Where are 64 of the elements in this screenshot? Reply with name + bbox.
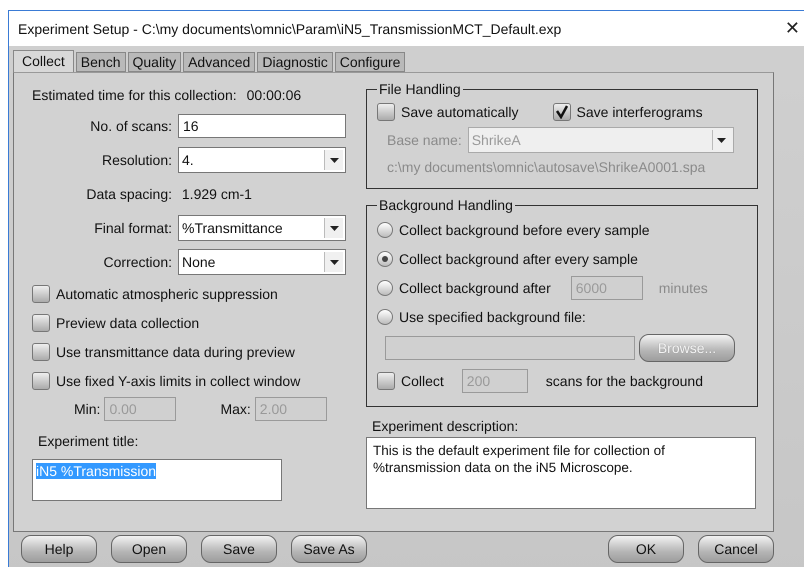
field-label: Correction: <box>102 254 172 270</box>
field-label: Resolution: <box>100 152 172 168</box>
radio-button[interactable] <box>377 280 393 296</box>
tab[interactable]: Advanced <box>183 52 256 72</box>
close-button[interactable]: ✕ <box>780 18 804 39</box>
checkbox-label: Use fixed Y-axis limits in collect window <box>56 372 300 388</box>
dialog-button[interactable]: Help <box>21 535 97 563</box>
checkbox[interactable] <box>32 372 50 390</box>
checkbox-label: Save automatically <box>401 104 519 120</box>
field-label: Data spacing: <box>85 186 172 202</box>
scans-label: scans for the background <box>546 373 704 389</box>
checkbox-label: Automatic atmospheric suppression <box>56 286 278 302</box>
dialog-button[interactable]: OK <box>608 535 684 563</box>
caret-icon <box>324 252 343 272</box>
max-label: Max: <box>220 401 251 417</box>
radio-label: Collect background after <box>399 280 551 296</box>
background-file-field[interactable] <box>385 336 635 360</box>
caret-icon <box>324 218 343 238</box>
checkbox[interactable] <box>377 103 395 121</box>
base-name-label: Base name: <box>387 132 462 148</box>
description-label: Experiment description: <box>372 418 518 434</box>
radio-label: Use specified background file: <box>399 308 586 324</box>
field-label: No. of scans: <box>89 118 172 134</box>
description-field[interactable]: This is the default experiment file for collection of %transmission data on the iN5 Microscope. <box>366 437 756 509</box>
checkbox[interactable] <box>32 284 50 302</box>
dialog-button[interactable]: Open <box>111 535 187 563</box>
radio-button[interactable] <box>377 250 393 266</box>
field-value: 1.929 cm-1 <box>180 186 252 202</box>
file-path: c:\my documents\omnic\autosave\ShrikeA0001.spa <box>387 159 706 175</box>
caret-icon <box>324 150 343 170</box>
estimate-value: 00:00:06 <box>246 87 302 103</box>
radio-label: Collect background after every sample <box>399 250 638 266</box>
check-icon <box>554 105 569 119</box>
tab[interactable]: Diagnostic <box>257 52 333 72</box>
checkbox[interactable] <box>377 372 395 390</box>
field-label: Final format: <box>93 220 172 236</box>
dialog-button[interactable]: Cancel <box>698 535 774 563</box>
checkbox-label: Collect <box>401 373 444 389</box>
tab[interactable]: Collect <box>13 50 74 72</box>
checkbox[interactable] <box>32 314 50 332</box>
window-title: Experiment Setup - C:\my documents\omnic\Param\iN5_TransmissionMCT_Default.exp <box>18 20 562 36</box>
radio-label: Collect background before every sample <box>399 222 650 238</box>
checkbox-label: Save interferograms <box>576 104 703 120</box>
radio-button[interactable] <box>377 308 393 324</box>
dropdown[interactable]: 4. <box>178 147 346 173</box>
input-field[interactable]: 16 <box>178 114 346 138</box>
unit-label: minutes <box>658 280 708 296</box>
tab[interactable]: Quality <box>128 52 182 72</box>
checkbox-label: Use transmittance data during preview <box>56 344 295 360</box>
tab[interactable]: Configure <box>334 52 406 72</box>
tab[interactable]: Bench <box>76 52 126 72</box>
group-title: File Handling <box>378 81 462 97</box>
checkbox[interactable] <box>552 103 571 121</box>
dialog-button[interactable]: Save As <box>291 535 367 563</box>
dialog-button[interactable]: Save <box>201 535 277 563</box>
min-label: Min: <box>74 401 100 417</box>
radio-button[interactable] <box>377 222 393 238</box>
dropdown[interactable]: %Transmittance <box>178 215 346 241</box>
checkbox-label: Preview data collection <box>56 314 200 330</box>
group-title: Background Handling <box>378 197 514 213</box>
checkbox[interactable] <box>32 342 50 360</box>
dropdown[interactable]: None <box>178 249 346 275</box>
experiment-title-label: Experiment title: <box>38 433 138 449</box>
estimate-label: Estimated time for this collection: <box>32 87 237 103</box>
